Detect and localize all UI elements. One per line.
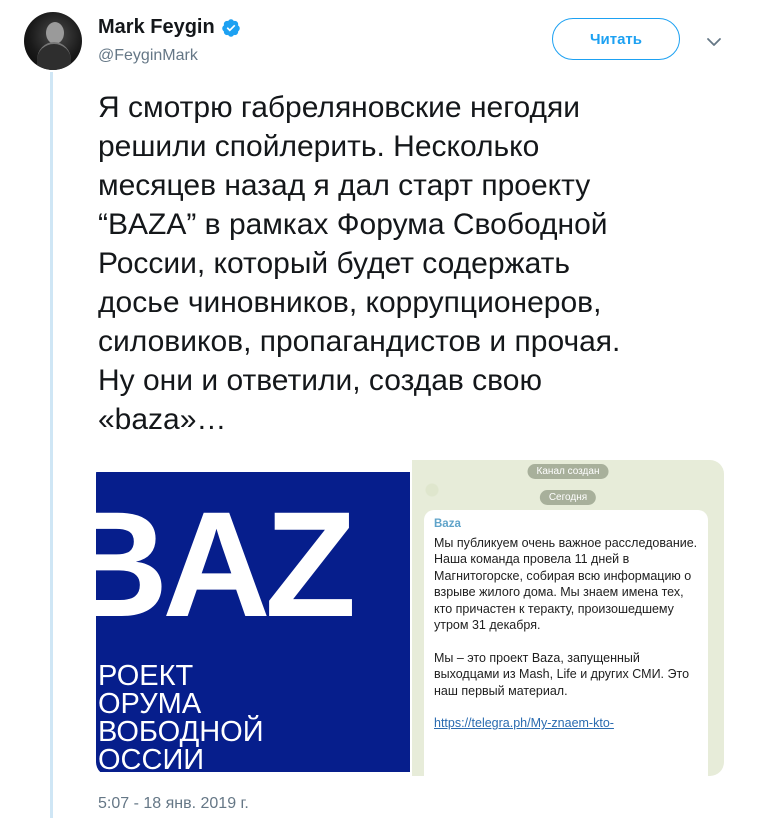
- chevron-down-icon[interactable]: [706, 36, 722, 48]
- message-link: https://telegra.ph/My-znaem-kto-: [434, 716, 614, 730]
- message-author: Baza: [434, 518, 461, 530]
- author-name-row[interactable]: Mark Feygin: [98, 16, 241, 39]
- logo-text: BAZ: [96, 480, 356, 648]
- logo-caption: РОЕКТ ОРУМА ВОБОДНОЙ ОССИИ: [98, 660, 264, 773]
- thread-line: [50, 72, 53, 818]
- tweet-text: Я смотрю габреляновские негодяи решили с…: [98, 91, 621, 436]
- author-name[interactable]: Mark Feygin: [98, 16, 215, 39]
- message-paragraph-1: Мы публикуем очень важное расследование.…: [434, 535, 698, 633]
- avatar[interactable]: [24, 12, 82, 70]
- message-bubble: Baza Мы публикуем очень важное расследов…: [424, 510, 708, 776]
- media-image-baza-logo[interactable]: BAZ РОЕКТ ОРУМА ВОБОДНОЙ ОССИИ: [96, 464, 410, 772]
- author-handle[interactable]: @FeyginMark: [98, 47, 198, 65]
- media-image-telegram-screenshot[interactable]: Канал создан Сегодня Baza Мы публикуем о…: [412, 460, 724, 776]
- logo-background: BAZ РОЕКТ ОРУМА ВОБОДНОЙ ОССИИ: [96, 472, 410, 772]
- tweet-timestamp[interactable]: 5:07 - 18 янв. 2019 г.: [98, 795, 249, 813]
- tweet-media[interactable]: BAZ РОЕКТ ОРУМА ВОБОДНОЙ ОССИИ Канал соз…: [96, 460, 724, 776]
- message-paragraph-2: Мы – это проект Baza, запущенный выходца…: [434, 650, 690, 698]
- avatar-head: [46, 22, 64, 44]
- verified-badge-icon: [221, 18, 240, 37]
- channel-created-pill: Канал создан: [527, 464, 609, 479]
- follow-button[interactable]: Читать: [552, 18, 680, 60]
- avatar-body: [37, 42, 71, 70]
- today-pill: Сегодня: [539, 490, 597, 505]
